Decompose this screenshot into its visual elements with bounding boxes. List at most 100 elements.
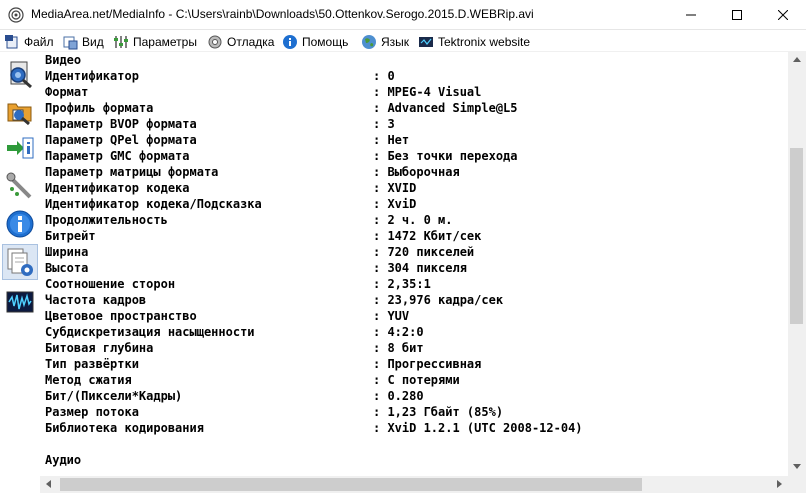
minimize-button[interactable] xyxy=(668,0,714,30)
field-name: Ширина xyxy=(45,245,89,259)
field-value: : XVID xyxy=(373,181,417,195)
report-row: Размер потока : 1,23 Гбайт (85%) xyxy=(45,404,503,420)
menu-file[interactable]: Файл xyxy=(4,33,54,51)
field-value: : Выборочная xyxy=(373,165,460,179)
sidebar-sheet-view[interactable] xyxy=(2,244,38,280)
field-value: : 23,976 кадра/сек xyxy=(373,293,504,307)
field-value: : MPEG-4 Visual xyxy=(373,85,482,99)
menu-language[interactable]: Язык xyxy=(361,33,409,51)
scrollbar-corner xyxy=(788,476,806,493)
field-name: Битрейт xyxy=(45,229,96,243)
report-row: Битовая глубина : 8 бит xyxy=(45,340,424,356)
menu-bar: Файл Вид Параметры Отладка Помощь Язык T… xyxy=(0,31,806,52)
file-icon xyxy=(5,35,18,49)
report-row: Цветовое пространство: YUV xyxy=(45,308,409,324)
title-bar: MediaArea.net/MediaInfo - C:\Users\rainb… xyxy=(0,0,806,30)
menu-tektronix-label: Tektronix website xyxy=(438,35,531,49)
open-file-icon xyxy=(10,61,32,89)
menu-options-label: Параметры xyxy=(133,35,197,49)
field-name: Битовая глубина xyxy=(45,341,154,355)
maximize-icon xyxy=(732,10,742,20)
field-name: Параметр BVOP формата xyxy=(45,117,197,131)
field-name: Метод сжатия xyxy=(45,373,132,387)
close-button[interactable] xyxy=(760,0,806,30)
report-row: Параметр GMC формата: Без точки перехода xyxy=(45,148,518,164)
window-title: MediaArea.net/MediaInfo - C:\Users\rainb… xyxy=(31,7,534,21)
field-value: : 2,35:1 xyxy=(373,277,431,291)
export-info-icon xyxy=(7,137,34,159)
menu-view-label: Вид xyxy=(82,35,104,49)
sidebar-open-file[interactable] xyxy=(2,56,38,92)
report-row: Библиотека кодирования: XviD 1.2.1 (UTC … xyxy=(45,420,583,436)
view-sidebar xyxy=(0,52,40,493)
field-name: Соотношение сторон xyxy=(45,277,176,291)
report-row: Параметр матрицы формата : Выборочная xyxy=(45,164,460,180)
field-name: Размер потока xyxy=(45,405,139,419)
field-name: Формат xyxy=(45,85,89,99)
report-row: Параметр QPel формата : Нет xyxy=(45,132,409,148)
sidebar-about[interactable] xyxy=(2,206,38,242)
menu-view[interactable]: Вид xyxy=(62,33,104,51)
field-name: Частота кадров xyxy=(45,293,147,307)
report-row: Профиль формата: Advanced Simple@L5 xyxy=(45,100,518,116)
horizontal-scrollbar[interactable] xyxy=(40,476,788,493)
report-row: Субдискретизация насыщенности : 4:2:0 xyxy=(45,324,424,340)
field-name: Параметр матрицы формата xyxy=(45,165,219,179)
field-name: Цветовое пространство xyxy=(45,309,197,323)
field-value: : 720 пикселей xyxy=(373,245,475,259)
report-text-area[interactable]: Видео Идентификатор: 0 Формат: MPEG-4 Visu… xyxy=(40,52,788,476)
scroll-down-arrow[interactable] xyxy=(793,464,801,469)
sidebar-open-folder[interactable] xyxy=(2,93,38,129)
field-value: : 1472 Кбит/сек xyxy=(373,229,482,243)
field-value: : Без точки перехода xyxy=(373,149,518,163)
help-icon xyxy=(283,35,297,49)
report-row: Параметр BVOP формата : 3 xyxy=(45,116,395,132)
field-value: : 1,23 Гбайт (85%) xyxy=(373,405,504,419)
report-row: Битрейт : 1472 Кбит/сек xyxy=(45,228,481,244)
field-value: : 3 xyxy=(373,117,395,131)
open-folder-icon xyxy=(7,103,32,126)
menu-help[interactable]: Помощь xyxy=(282,33,348,51)
sidebar-preferences[interactable] xyxy=(2,168,38,204)
field-name: Идентификатор кодека/Подсказка xyxy=(45,197,262,211)
field-value: : XviD xyxy=(373,197,417,211)
field-value: : 4:2:0 xyxy=(373,325,424,339)
scroll-up-arrow[interactable] xyxy=(793,57,801,62)
menu-debug[interactable]: Отладка xyxy=(207,33,274,51)
view-icon xyxy=(63,36,78,50)
maximize-button[interactable] xyxy=(714,0,760,30)
report-row: Частота кадров : 23,976 кадра/сек xyxy=(45,292,503,308)
menu-tektronix[interactable]: Tektronix website xyxy=(418,33,530,51)
field-value: : С потерями xyxy=(373,373,460,387)
field-value: : Прогрессивная xyxy=(373,357,482,371)
options-icon xyxy=(114,36,128,48)
tektronix-icon xyxy=(419,37,433,47)
minimize-icon xyxy=(686,14,696,16)
menu-language-label: Язык xyxy=(381,35,410,49)
preferences-icon xyxy=(6,172,32,199)
field-name: Бит/(Пиксели*Кадры) xyxy=(45,389,183,403)
language-globe-icon xyxy=(362,35,376,49)
scroll-right-arrow[interactable] xyxy=(777,480,782,488)
field-name: Высота xyxy=(45,261,89,275)
menu-options[interactable]: Параметры xyxy=(113,33,197,51)
report-row: Идентификатор кодека: XVID xyxy=(45,180,416,196)
field-name: Параметр QPel формата xyxy=(45,133,197,147)
field-name: Продолжительность xyxy=(45,213,168,227)
vertical-scrollbar[interactable] xyxy=(788,52,806,476)
report-row: Метод сжатия : С потерями xyxy=(45,372,460,388)
sidebar-export[interactable] xyxy=(2,130,38,166)
field-value: : XviD 1.2.1 (UTC 2008-12-04) xyxy=(373,421,583,435)
field-name: Идентификатор xyxy=(45,69,139,83)
scroll-left-arrow[interactable] xyxy=(46,480,51,488)
field-value: : Нет xyxy=(373,133,410,147)
field-value: : 8 бит xyxy=(373,341,424,355)
waveform-icon xyxy=(6,291,34,313)
vertical-scroll-thumb[interactable] xyxy=(790,148,803,324)
sidebar-waveform[interactable] xyxy=(2,284,38,320)
report-row: Тип развёртки: Прогрессивная xyxy=(45,356,481,372)
report-row: Соотношение сторон : 2,35:1 xyxy=(45,276,431,292)
horizontal-scroll-thumb[interactable] xyxy=(60,478,642,491)
field-name: Субдискретизация насыщенности xyxy=(45,325,255,339)
field-value: : Advanced Simple@L5 xyxy=(373,101,518,115)
